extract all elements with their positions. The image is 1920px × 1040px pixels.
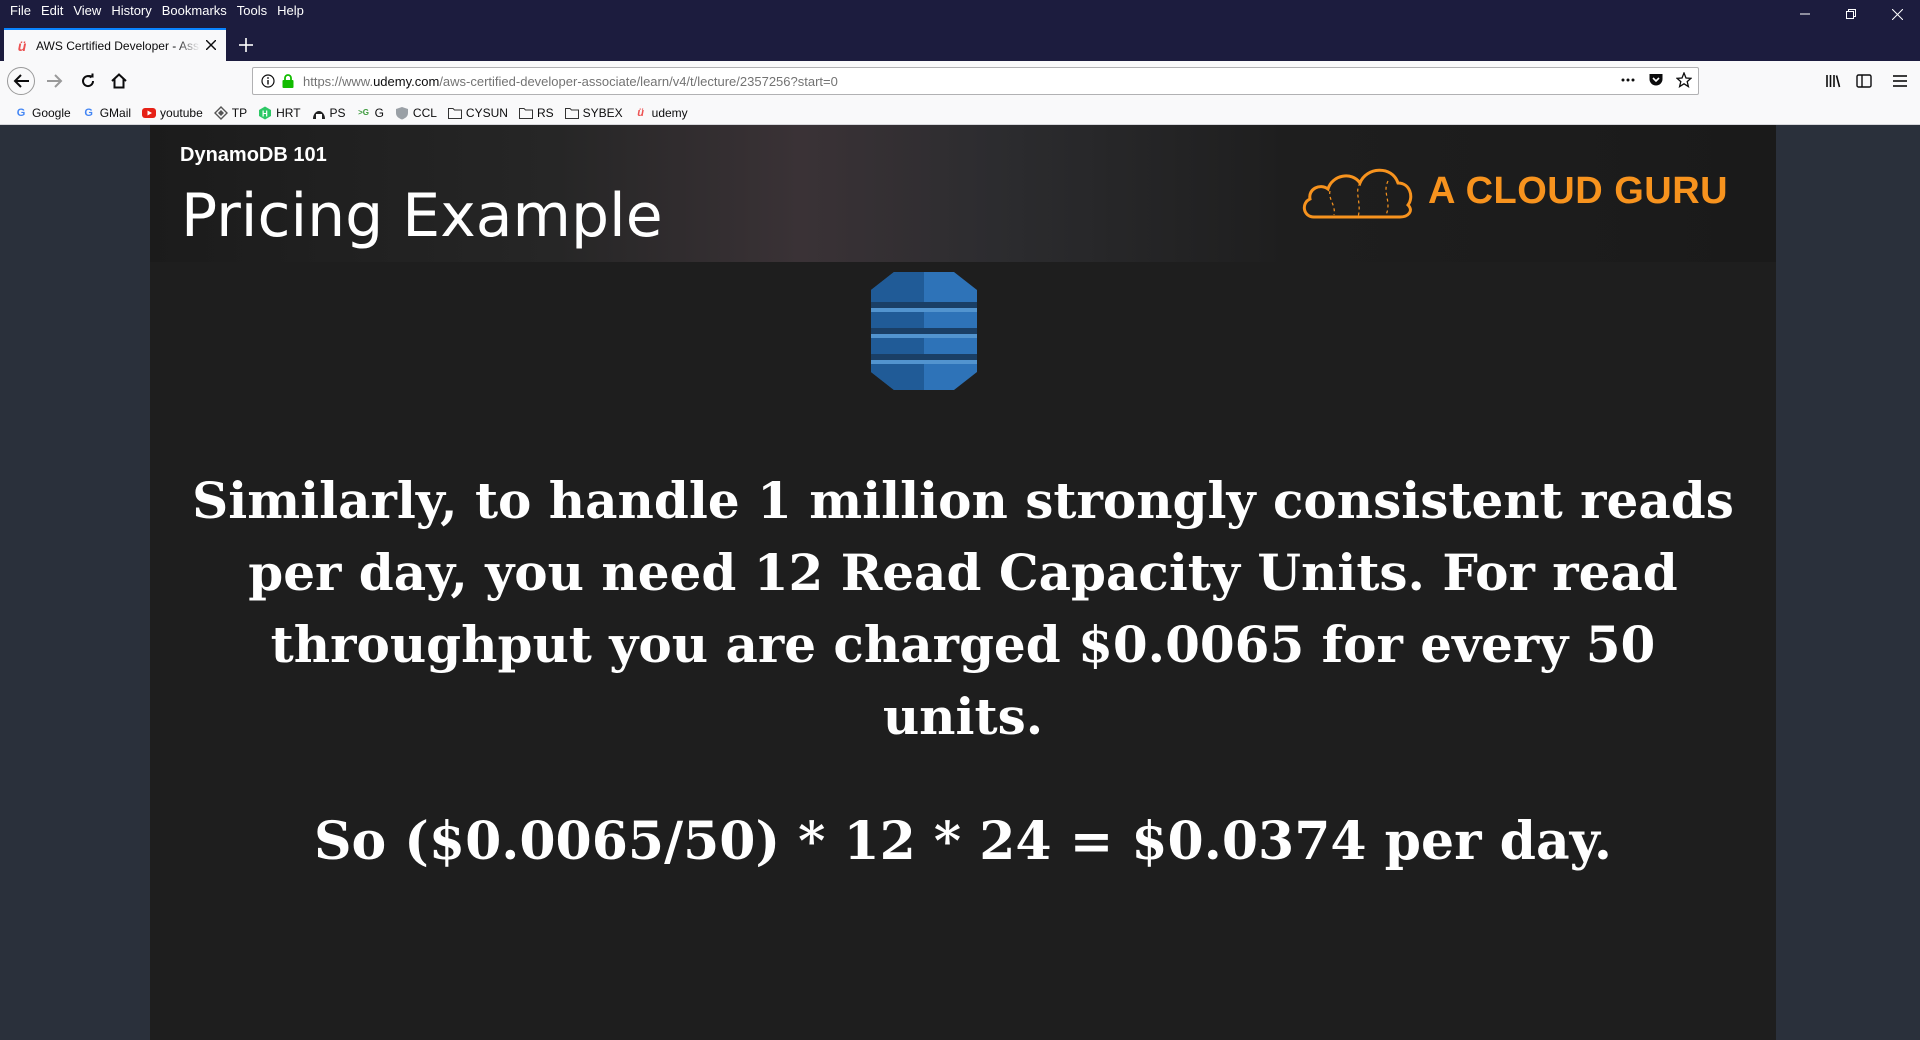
forward-button[interactable]	[41, 67, 69, 95]
bookmark-ps[interactable]: PS	[312, 106, 346, 120]
bookmark-google[interactable]: G Google	[14, 106, 71, 120]
bookmark-hrt[interactable]: H HRT	[258, 105, 301, 120]
google-icon: G	[16, 106, 26, 119]
hamburger-icon	[1893, 75, 1907, 87]
tp-icon	[213, 105, 228, 120]
plus-icon	[239, 38, 253, 52]
minimize-icon	[1800, 13, 1810, 15]
menu-history[interactable]: History	[107, 2, 157, 20]
brand-name: A CLOUD GURU	[1428, 169, 1729, 212]
menu-button[interactable]	[1886, 67, 1914, 95]
url-actions	[1620, 72, 1692, 88]
google-icon: G	[84, 106, 93, 119]
sidebar-icon	[1856, 74, 1872, 88]
browser-titlebar: File Edit View History Bookmarks Tools H…	[0, 0, 1920, 61]
udemy-icon: ü	[17, 37, 27, 54]
restore-button[interactable]	[1828, 0, 1874, 28]
course-title: DynamoDB 101	[180, 144, 327, 166]
bookmark-label: RS	[536, 105, 554, 120]
minimize-button[interactable]	[1782, 0, 1828, 28]
menu-edit[interactable]: Edit	[37, 2, 69, 20]
cloud-logo-icon	[1302, 168, 1413, 219]
ps-icon	[312, 106, 326, 120]
lock-icon[interactable]	[281, 74, 295, 88]
menu-tools[interactable]: Tools	[233, 2, 273, 20]
menu-view[interactable]: View	[69, 2, 107, 20]
bookmark-youtube[interactable]: youtube	[142, 106, 203, 120]
bookmark-label: Google	[32, 105, 71, 120]
back-button[interactable]	[7, 67, 35, 95]
restore-icon	[1846, 9, 1856, 19]
reload-button[interactable]	[74, 67, 102, 95]
bookmark-tp[interactable]: TP	[213, 105, 248, 120]
tab-active[interactable]: ü AWS Certified Developer - Associate	[4, 28, 226, 61]
bookmark-label: youtube	[160, 105, 203, 120]
home-icon	[111, 73, 127, 89]
bookmark-label: CYSUN	[465, 105, 508, 120]
a-cloud-guru-logo: A CLOUD GURU	[1300, 159, 1728, 223]
navigation-toolbar: https://www.udemy.com/aws-certified-deve…	[0, 61, 1920, 101]
library-button[interactable]	[1819, 67, 1847, 95]
url-path: /aws-certified-developer-associate/learn…	[439, 73, 838, 89]
pocket-icon[interactable]	[1648, 72, 1664, 88]
menu-bookmarks[interactable]: Bookmarks	[158, 2, 233, 20]
arrow-right-icon	[47, 74, 63, 88]
home-button[interactable]	[105, 67, 133, 95]
bookmark-label: GMail	[99, 105, 132, 120]
menu-bar: File Edit View History Bookmarks Tools H…	[6, 2, 310, 20]
tab-title: AWS Certified Developer - Associate	[36, 38, 200, 53]
sidebar-button[interactable]	[1850, 67, 1878, 95]
bookmark-label: HRT	[276, 105, 301, 120]
udemy-icon: ü	[637, 106, 644, 119]
tab-close-button[interactable]	[202, 37, 220, 55]
url-domain: udemy.com	[373, 73, 440, 89]
g-icon: >G	[358, 108, 370, 117]
bookmark-label: SYBEX	[582, 105, 623, 120]
bookmarks-toolbar: G Google G GMail youtube TP H HRT PS >G G CC…	[0, 101, 1920, 125]
close-icon	[205, 39, 217, 50]
bookmark-gmail[interactable]: G GMail	[82, 106, 131, 120]
bookmark-label: G	[374, 105, 384, 120]
dynamodb-icon	[871, 272, 977, 390]
folder-icon	[564, 106, 579, 120]
url-text: https://www.udemy.com/aws-certified-deve…	[303, 74, 838, 89]
slide-body-text: Similarly, to handle 1 million strongly …	[192, 471, 1734, 746]
close-window-button[interactable]	[1874, 0, 1920, 28]
folder-icon	[447, 106, 462, 120]
slide-header: DynamoDB 101 Pricing Example A CLOUD GUR…	[150, 125, 1776, 262]
bookmark-label: udemy	[651, 105, 688, 120]
info-icon[interactable]	[261, 74, 275, 88]
slide-title: Pricing Example	[181, 181, 663, 251]
star-icon[interactable]	[1676, 72, 1692, 88]
url-prefix: https://www.	[303, 73, 374, 89]
close-icon	[1891, 8, 1903, 20]
bookmark-ccl[interactable]: CCL	[395, 106, 437, 120]
bookmark-cysun[interactable]: CYSUN	[447, 105, 508, 120]
bookmark-sybex[interactable]: SYBEX	[564, 105, 623, 120]
slide-formula: So ($0.0065/50) * 12 * 24 = $0.0374 per …	[313, 811, 1613, 872]
folder-icon	[518, 106, 533, 120]
bookmark-label: PS	[329, 105, 346, 120]
menu-help[interactable]: Help	[273, 2, 310, 20]
bookmark-g[interactable]: >G G	[357, 106, 384, 120]
ccl-icon	[395, 106, 409, 120]
window-controls	[1782, 0, 1920, 28]
svg-text:H: H	[262, 109, 268, 118]
youtube-icon	[142, 106, 157, 120]
url-bar[interactable]: https://www.udemy.com/aws-certified-deve…	[252, 67, 1699, 95]
bookmark-udemy[interactable]: ü udemy	[634, 105, 688, 120]
more-icon[interactable]	[1620, 72, 1636, 88]
library-icon	[1826, 75, 1841, 88]
new-tab-button[interactable]	[232, 31, 260, 59]
hackerrank-icon: H	[258, 106, 272, 120]
bookmark-label: TP	[231, 105, 248, 120]
lecture-slide[interactable]: DynamoDB 101 Pricing Example A CLOUD GUR…	[150, 125, 1776, 1040]
bookmark-label: CCL	[412, 105, 437, 120]
menu-file[interactable]: File	[6, 2, 37, 20]
bookmark-rs[interactable]: RS	[518, 105, 554, 120]
reload-icon	[82, 73, 95, 88]
arrow-left-icon	[13, 74, 29, 88]
